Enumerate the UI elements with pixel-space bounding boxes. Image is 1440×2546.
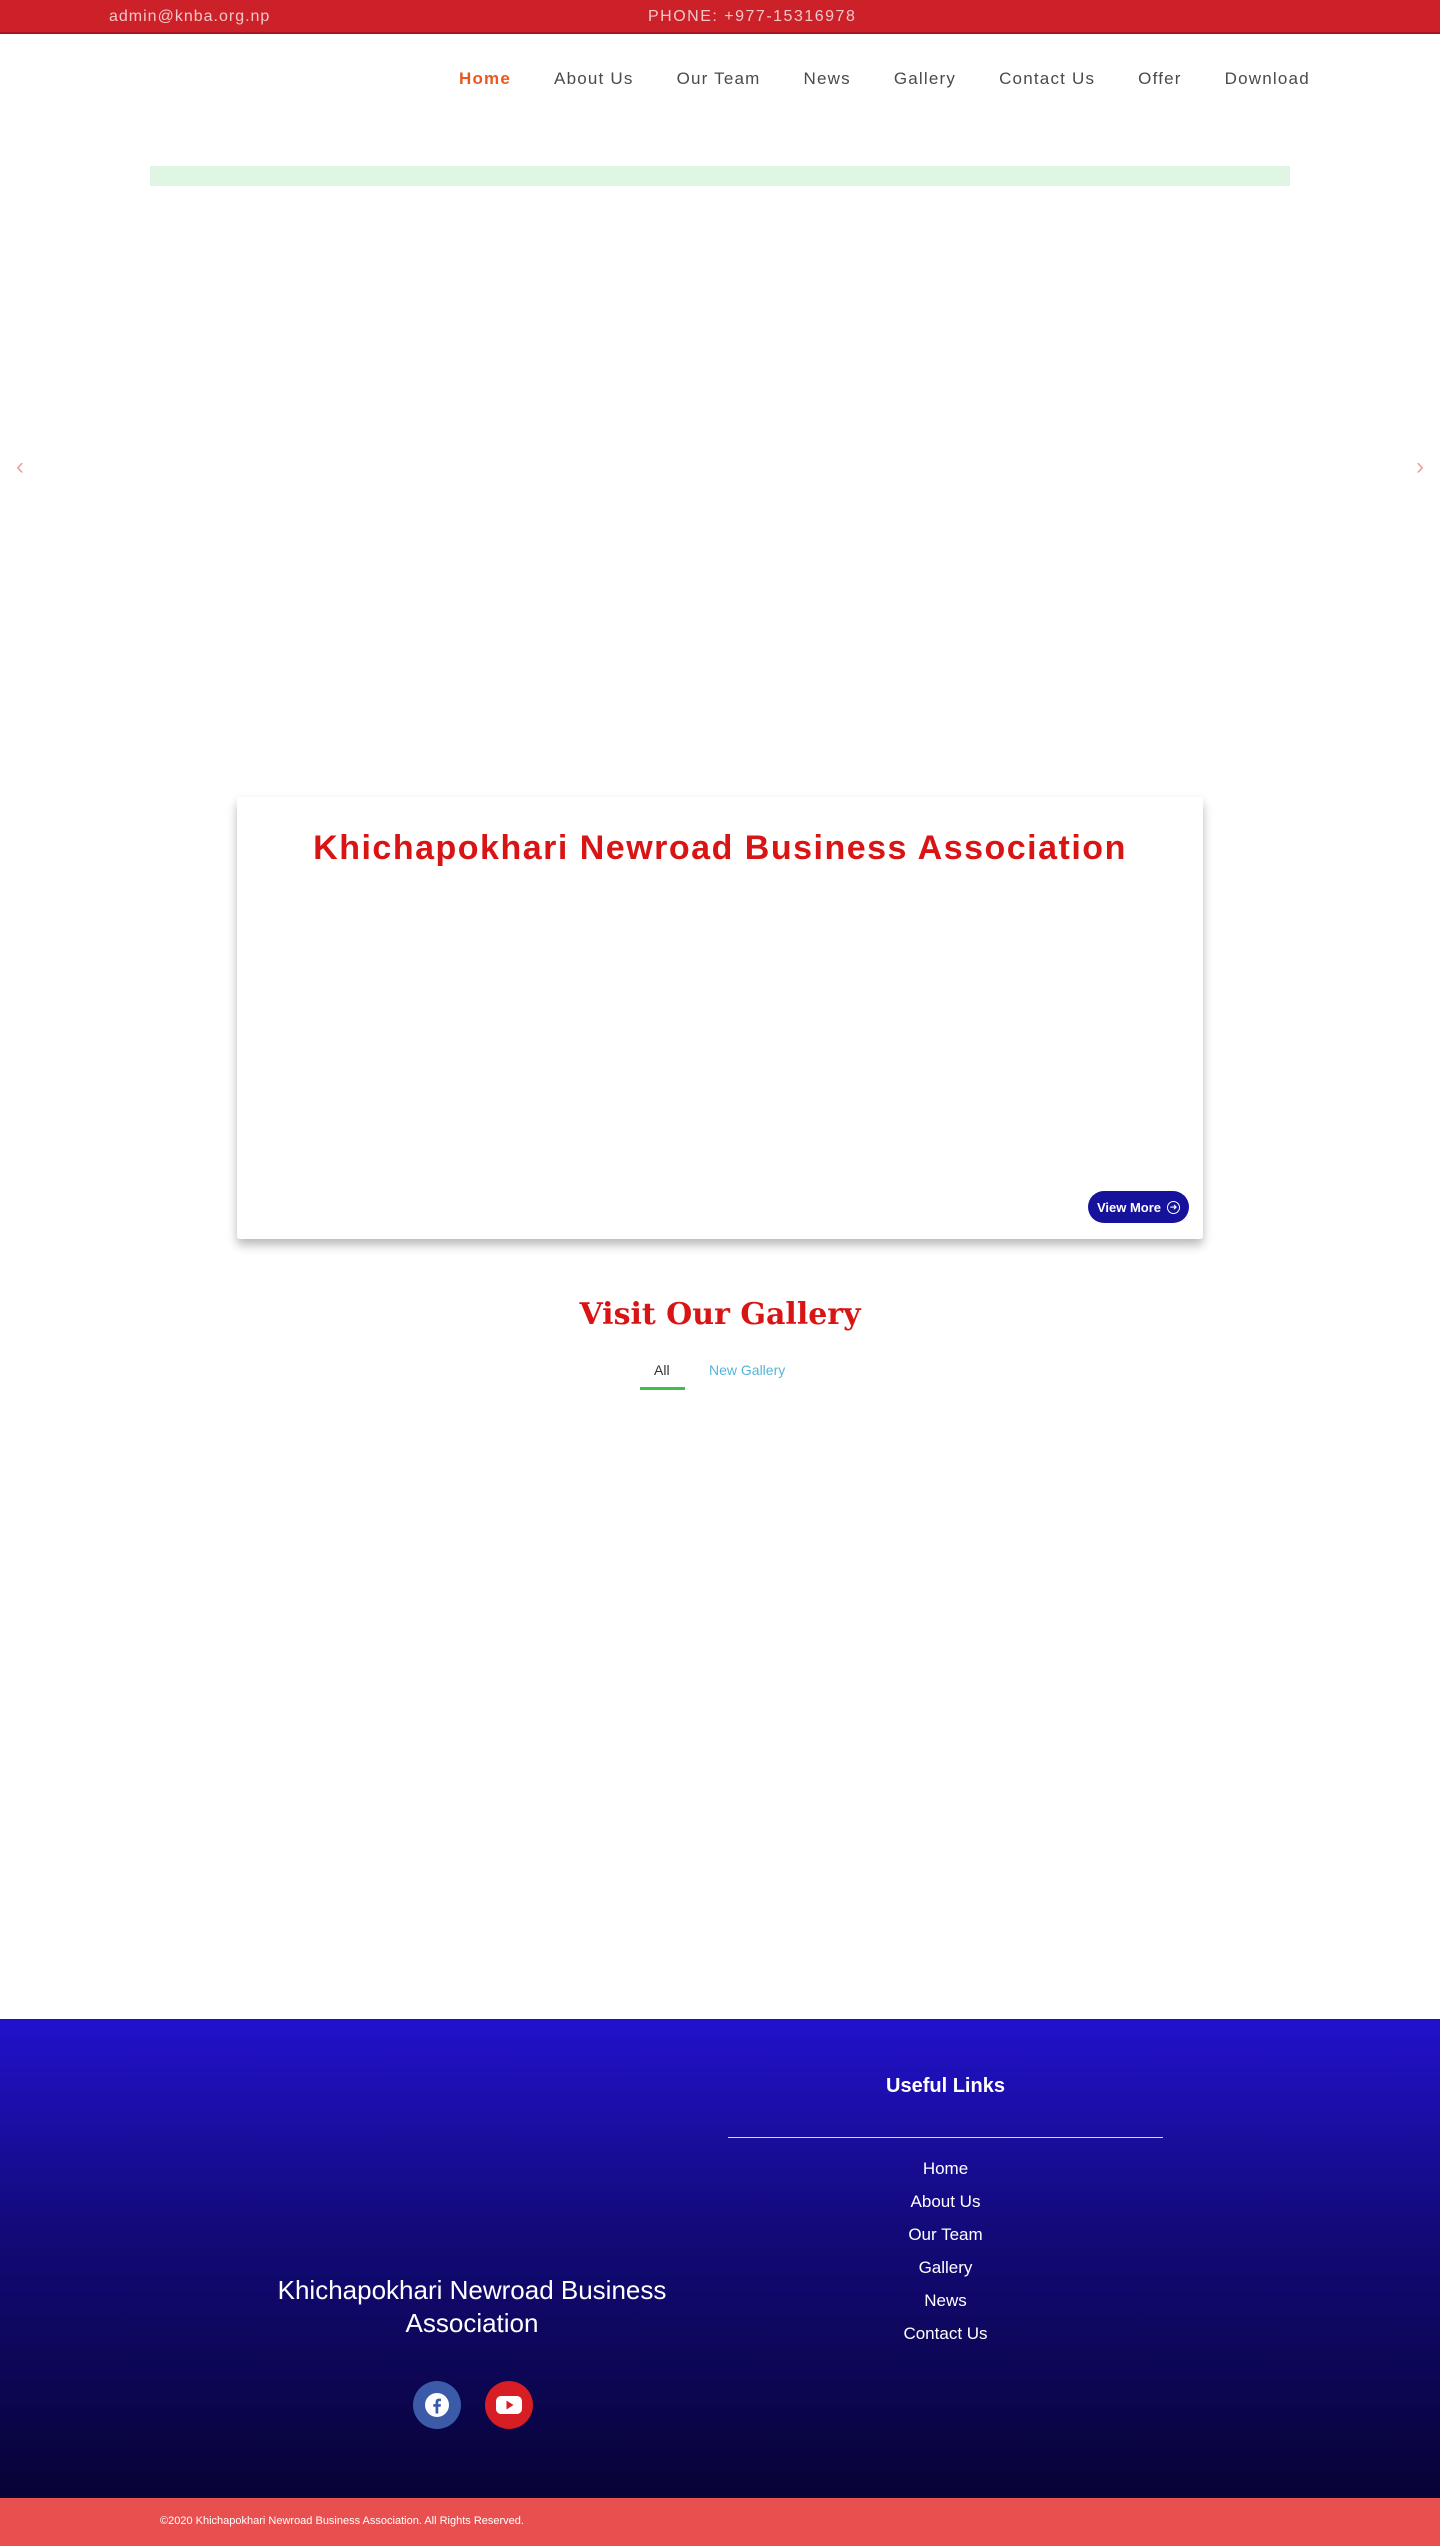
footer-link-our-team[interactable]: Our Team [728,2225,1163,2258]
copyright-bar: ©2020 Khichapokhari Newroad Business Ass… [0,2498,1440,2546]
useful-links-list: Home About Us Our Team Gallery News Cont… [728,2159,1163,2357]
youtube-icon [496,2396,522,2414]
footer-link-gallery[interactable]: Gallery [728,2258,1163,2291]
footer-link-contact-us[interactable]: Contact Us [728,2324,1163,2357]
about-card: Khichapokhari Newroad Business Associati… [237,797,1203,1239]
view-more-button[interactable]: View More ➜ [1088,1191,1189,1223]
contact-email[interactable]: admin@knba.org.np [109,8,270,26]
main-nav: Home About Us Our Team News Gallery Cont… [0,34,1440,126]
about-title: Khichapokhari Newroad Business Associati… [313,829,1127,867]
footer: Khichapokhari Newroad Business Associati… [0,2019,1440,2498]
tab-all[interactable]: All [654,1362,670,1378]
arrow-circle-right-icon: ➜ [1167,1200,1181,1214]
facebook-button[interactable] [413,2381,461,2429]
youtube-button[interactable] [485,2381,533,2429]
footer-link-about-us[interactable]: About Us [728,2192,1163,2225]
notice-bar [150,166,1290,186]
useful-links-title: Useful Links [886,2075,1005,2097]
tab-new-gallery[interactable]: New Gallery [709,1362,785,1378]
nav-item-our-team[interactable]: Our Team [677,69,761,89]
top-contact-bar: admin@knba.org.np PHONE: +977-15316978 [0,0,1440,34]
nav-item-about-us[interactable]: About Us [554,69,634,89]
chevron-left-icon[interactable]: ‹ [5,452,35,482]
nav-item-news[interactable]: News [804,69,851,89]
gallery-title: Visit Our Gallery [579,1297,861,1332]
useful-links-divider [728,2137,1163,2138]
view-more-label: View More [1096,1199,1162,1215]
hero-slider: ‹ › [0,200,1440,530]
nav-item-home[interactable]: Home [459,69,511,89]
chevron-right-icon[interactable]: › [1405,452,1435,482]
footer-org-name: Khichapokhari Newroad Business Associati… [277,2275,667,2338]
copyright-text: ©2020 Khichapokhari Newroad Business Ass… [160,2515,524,2527]
nav-item-gallery[interactable]: Gallery [894,69,956,89]
contact-phone[interactable]: PHONE: +977-15316978 [648,8,856,26]
active-tab-indicator [640,1387,685,1390]
nav-menu: Home About Us Our Team News Gallery Cont… [459,69,1310,89]
gallery-tabs: All New Gallery [640,1362,800,1392]
footer-link-home[interactable]: Home [728,2159,1163,2192]
footer-link-news[interactable]: News [728,2291,1163,2324]
nav-item-contact-us[interactable]: Contact Us [999,69,1095,89]
nav-item-offer[interactable]: Offer [1138,69,1181,89]
facebook-icon [425,2393,449,2417]
nav-item-download[interactable]: Download [1225,69,1310,89]
